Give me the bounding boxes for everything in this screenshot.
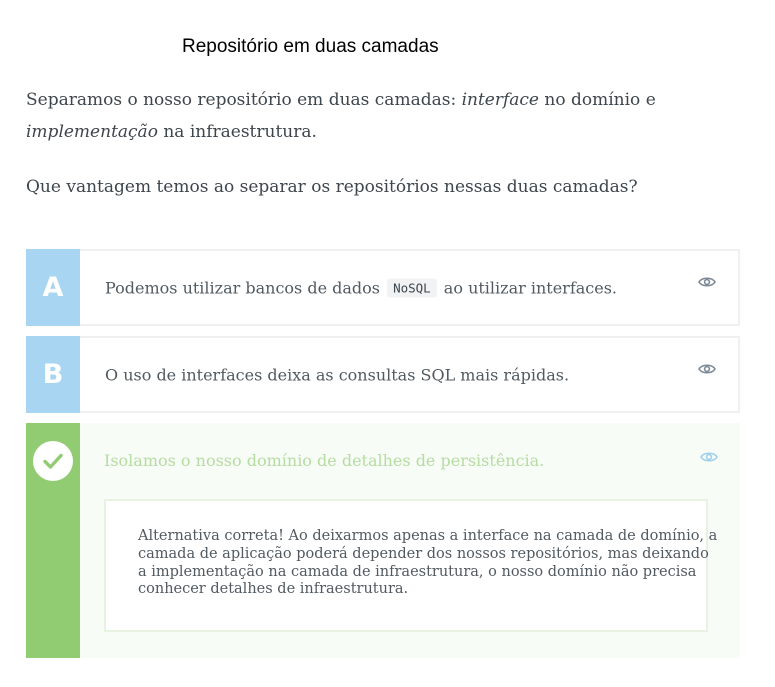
question-text: Que vantagem temos ao separar os reposit… (26, 177, 638, 197)
explanation-line: camada de aplicação poderá depender dos … (138, 545, 709, 562)
eye-icon[interactable] (700, 450, 718, 464)
alternative-c-text: Isolamos o nosso domínio de detalhes de … (104, 451, 545, 470)
intro-line-1: Separamos o nosso repositório em duas ca… (26, 84, 746, 116)
explanation-line: Alternativa correta! Ao deixarmos apenas… (138, 528, 718, 544)
intro-line-2-post: na infraestrutura. (157, 122, 317, 142)
alternative-c-correct[interactable]: Isolamos o nosso domínio de detalhes de … (26, 423, 740, 658)
intro-text: Separamos o nosso repositório em duas ca… (26, 84, 746, 148)
alternative-letter-a: A (26, 249, 80, 326)
intro-line-1-em: interface (461, 90, 539, 110)
alternative-letter-b: B (26, 336, 80, 413)
alternative-a-text-post: ao utilizar interfaces. (438, 278, 618, 297)
eye-icon[interactable] (698, 275, 716, 289)
intro-line-1-pre: Separamos o nosso repositório em duas ca… (26, 90, 462, 110)
alternative-a-text-pre: Podemos utilizar bancos de dados (105, 278, 386, 297)
alternative-a[interactable]: A Podemos utilizar bancos de dados NoSQL… (26, 249, 740, 326)
nosql-code: NoSQL (387, 278, 437, 297)
page-title: Repositório em duas camadas (182, 36, 439, 57)
explanation-line: conhecer detalhes de infraestrutura. (138, 581, 409, 598)
alternative-b-text: O uso de interfaces deixa as consultas S… (105, 365, 570, 384)
intro-line-2: implementação na infraestrutura. (26, 116, 746, 148)
intro-line-2-em: implementação (26, 122, 158, 142)
check-icon (33, 441, 73, 481)
explanation-box: Alternativa correta! Ao deixarmos apenas… (104, 499, 718, 632)
intro-line-1-post: no domínio e (539, 90, 656, 110)
alternative-a-text: Podemos utilizar bancos de dados NoSQL a… (105, 278, 617, 297)
eye-icon[interactable] (698, 362, 716, 376)
alternative-b[interactable]: B O uso de interfaces deixa as consultas… (26, 336, 740, 413)
explanation-line: a implementação na camada de infraestrut… (138, 563, 697, 580)
